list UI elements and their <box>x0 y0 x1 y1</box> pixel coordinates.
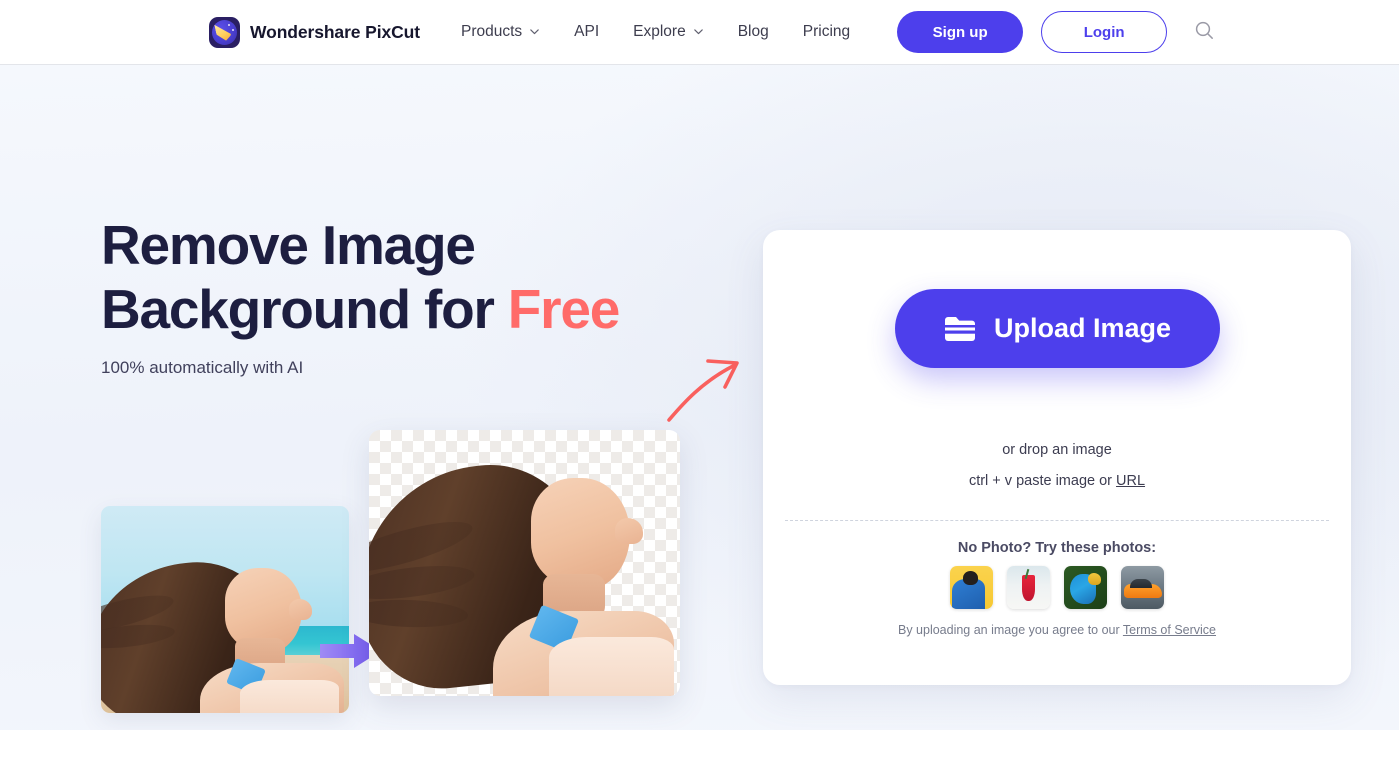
upload-image-button-label: Upload Image <box>993 313 1172 343</box>
nav-item-pricing[interactable]: Pricing <box>786 0 867 64</box>
nav-item-blog[interactable]: Blog <box>721 0 786 64</box>
chevron-down-icon <box>693 26 704 37</box>
terms-of-service-link[interactable]: Terms of Service <box>1123 623 1216 637</box>
upload-card: Upload Image or drop an image ctrl + v p… <box>763 230 1351 685</box>
sample-macaw-parrot[interactable] <box>1064 566 1107 609</box>
nav-inner: Wondershare PixCut Products API Explore … <box>209 0 1219 64</box>
below-fold-area <box>0 730 1399 783</box>
pixcut-logo-icon <box>209 16 240 48</box>
hero-section: Remove Image Background for Free 100% au… <box>0 65 1399 730</box>
search-icon <box>1194 20 1215 44</box>
sample-photos-list <box>763 566 1351 609</box>
nav-item-api[interactable]: API <box>557 0 616 64</box>
sample-red-drink[interactable] <box>1007 566 1050 609</box>
headline-highlight-free: Free <box>507 278 621 340</box>
demo-after-image <box>369 430 680 696</box>
folder-icon <box>943 314 977 344</box>
nav-actions: Sign up Login <box>897 11 1219 53</box>
chevron-down-icon <box>529 26 540 37</box>
terms-notice: By uploading an image you agree to our T… <box>763 623 1351 637</box>
nav-item-explore[interactable]: Explore <box>616 0 721 64</box>
upload-image-button[interactable]: Upload Image <box>894 289 1220 368</box>
demo-before-image <box>101 506 349 713</box>
curved-arrow-icon <box>655 348 750 428</box>
card-divider <box>785 520 1329 521</box>
paste-hint-prefix: ctrl + v paste image or <box>968 473 1117 489</box>
page-title: Remove Image Background for Free <box>101 213 621 341</box>
nav-item-explore-label: Explore <box>633 23 686 40</box>
paste-url-link[interactable]: URL <box>1116 473 1145 489</box>
brand-name: Wondershare PixCut <box>250 21 420 42</box>
paste-hint-text: ctrl + v paste image or URL <box>763 473 1351 489</box>
headline-line-1: Remove Image <box>101 214 476 276</box>
sample-orange-car[interactable] <box>1121 566 1164 609</box>
try-photos-title: No Photo? Try these photos: <box>957 540 1157 556</box>
terms-notice-prefix: By uploading an image you agree to our <box>897 623 1123 637</box>
nav-item-blog-label: Blog <box>737 23 769 40</box>
sign-up-button[interactable]: Sign up <box>897 11 1024 53</box>
drop-hint-text: or drop an image <box>1002 442 1112 458</box>
search-button[interactable] <box>1189 17 1219 47</box>
nav-item-products-label: Products <box>461 23 523 40</box>
nav-item-api-label: API <box>574 23 600 40</box>
headline-line-2: Background for <box>101 278 508 340</box>
subheadline: 100% automatically with AI <box>101 358 304 377</box>
nav-links: Products API Explore Blog Pricing <box>444 0 867 64</box>
nav-item-pricing-label: Pricing <box>802 23 851 40</box>
sample-person-yellow[interactable] <box>950 566 993 609</box>
nav-item-products[interactable]: Products <box>444 0 557 64</box>
login-button[interactable]: Login <box>1041 11 1168 53</box>
brand-logo-link[interactable]: Wondershare PixCut <box>209 16 420 48</box>
top-navigation-bar: Wondershare PixCut Products API Explore … <box>0 0 1399 65</box>
